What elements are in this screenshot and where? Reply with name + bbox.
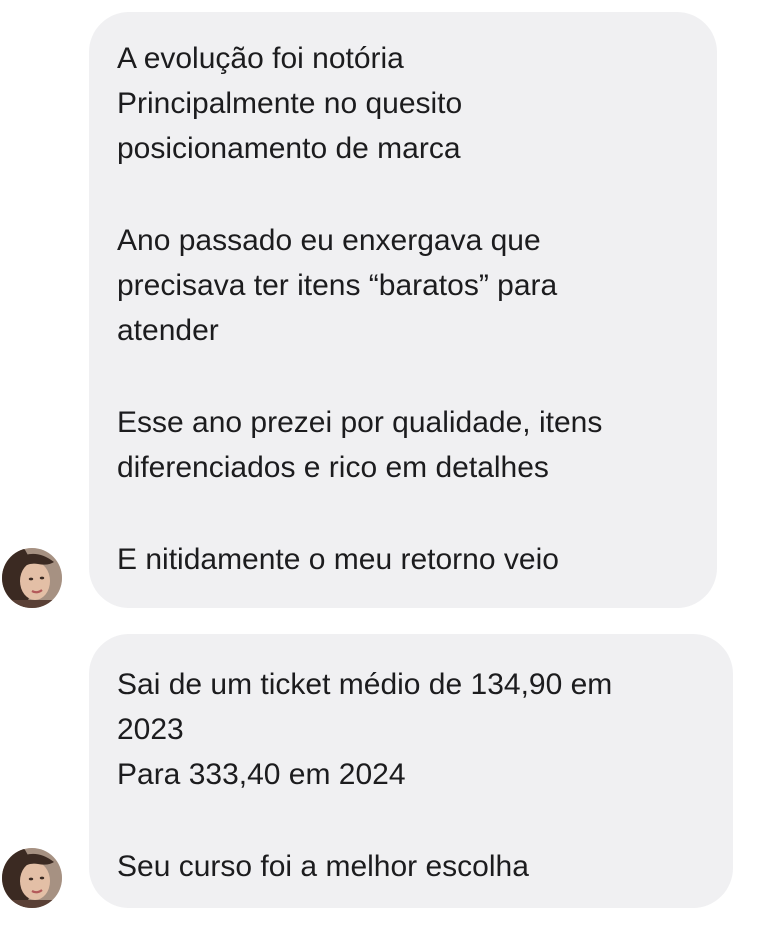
message-line: Sai de um ticket médio de 134,90 em bbox=[117, 668, 613, 701]
message-paragraph: E nitidamente o meu retorno veio bbox=[117, 537, 689, 582]
message-line: E nitidamente o meu retorno veio bbox=[117, 543, 559, 576]
message-line: Ano passado eu enxergava que bbox=[117, 224, 541, 257]
message-line: 2023 bbox=[117, 713, 184, 746]
message-paragraph: Seu curso foi a melhor escolha bbox=[117, 844, 705, 889]
message-paragraph: Sai de um ticket médio de 134,90 em 2023… bbox=[117, 662, 705, 797]
message-bubble[interactable]: Sai de um ticket médio de 134,90 em 2023… bbox=[89, 634, 733, 908]
message-bubble[interactable]: A evolução foi notória Principalmente no… bbox=[89, 12, 717, 608]
avatar-photo-icon bbox=[2, 548, 62, 608]
message-line: precisava ter itens “baratos” para bbox=[117, 269, 558, 302]
message-line: Seu curso foi a melhor escolha bbox=[117, 850, 529, 883]
message-line: Principalmente no quesito bbox=[117, 87, 463, 120]
sender-avatar[interactable] bbox=[2, 848, 62, 908]
message-line: Esse ano prezei por qualidade, itens bbox=[117, 406, 603, 439]
message-line: A evolução foi notória bbox=[117, 42, 404, 75]
message-paragraph: A evolução foi notória Principalmente no… bbox=[117, 36, 689, 171]
message-line: diferenciados e rico em detalhes bbox=[117, 451, 549, 484]
message-line: Para 333,40 em 2024 bbox=[117, 758, 406, 791]
sender-avatar[interactable] bbox=[2, 548, 62, 608]
message-line: atender bbox=[117, 314, 219, 347]
message-paragraph: Ano passado eu enxergava que precisava t… bbox=[117, 218, 689, 353]
avatar-photo-icon bbox=[2, 848, 62, 908]
message-line: posicionamento de marca bbox=[117, 132, 461, 165]
message-paragraph: Esse ano prezei por qualidade, itens dif… bbox=[117, 400, 689, 490]
